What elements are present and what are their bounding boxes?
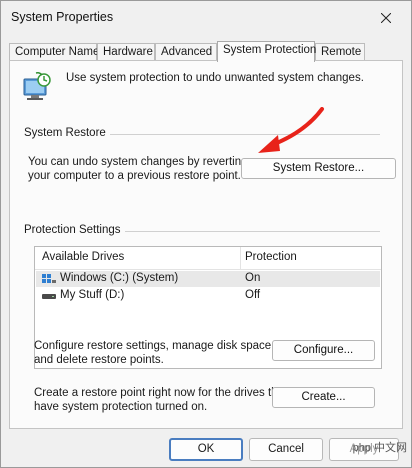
close-button[interactable] bbox=[369, 5, 403, 31]
ok-button[interactable]: OK bbox=[169, 438, 243, 461]
create-button-label: Create... bbox=[301, 391, 346, 403]
system-restore-description-line2: your computer to a previous restore poin… bbox=[28, 170, 241, 182]
create-text-line1: Create a restore point right now for the… bbox=[34, 387, 288, 399]
system-restore-button-label: System Restore... bbox=[272, 162, 365, 174]
tab-label: Advanced bbox=[161, 46, 213, 58]
configure-text-line2: and delete restore points. bbox=[34, 354, 164, 366]
drives-list-header: Available Drives Protection bbox=[35, 247, 381, 270]
tab-computer-name[interactable]: Computer Name bbox=[9, 43, 100, 61]
annotation-arrow-icon bbox=[258, 107, 324, 153]
tab-system-protection[interactable]: System Protection bbox=[217, 41, 317, 62]
system-restore-section-label: System Restore bbox=[24, 127, 110, 139]
configure-button-label: Configure... bbox=[293, 344, 354, 356]
tab-label: Computer Name bbox=[15, 46, 100, 58]
cancel-button[interactable]: Cancel bbox=[249, 438, 323, 461]
create-button[interactable]: Create... bbox=[272, 387, 375, 408]
system-properties-window: System Properties Computer Name Hardware… bbox=[0, 0, 412, 468]
drive-name: Windows (C:) (System) bbox=[60, 272, 179, 284]
drive-name: My Stuff (D:) bbox=[60, 289, 125, 301]
tab-label: System Protection bbox=[223, 44, 317, 56]
watermark-text: php 中文网 bbox=[352, 442, 407, 454]
create-text-line2: have system protection turned on. bbox=[34, 401, 208, 413]
ok-button-label: OK bbox=[197, 443, 215, 455]
configure-text-line1: Configure restore settings, manage disk … bbox=[34, 340, 275, 352]
system-restore-description-line1: You can undo system changes by reverting bbox=[28, 156, 248, 168]
tab-remote[interactable]: Remote bbox=[315, 43, 365, 61]
title-bar: System Properties bbox=[1, 1, 411, 35]
tab-label: Remote bbox=[321, 46, 362, 58]
tab-hardware[interactable]: Hardware bbox=[97, 43, 155, 61]
cancel-button-label: Cancel bbox=[268, 443, 304, 455]
tab-advanced[interactable]: Advanced bbox=[155, 43, 217, 61]
windows-drive-icon bbox=[42, 274, 56, 283]
drive-protection-status: Off bbox=[245, 289, 261, 301]
column-available-drives[interactable]: Available Drives bbox=[42, 251, 124, 263]
drive-icon bbox=[42, 294, 56, 299]
system-protection-icon bbox=[23, 72, 51, 100]
drive-protection-status: On bbox=[245, 272, 261, 284]
protection-settings-section-label: Protection Settings bbox=[24, 224, 125, 236]
column-protection[interactable]: Protection bbox=[245, 251, 297, 263]
intro-text: Use system protection to undo unwanted s… bbox=[66, 72, 364, 84]
column-separator bbox=[240, 247, 241, 269]
close-icon bbox=[381, 13, 391, 23]
drive-row-d[interactable]: My Stuff (D:) Off bbox=[36, 288, 380, 304]
configure-button[interactable]: Configure... bbox=[272, 340, 375, 361]
system-restore-button[interactable]: System Restore... bbox=[241, 158, 396, 179]
tab-label: Hardware bbox=[103, 46, 153, 58]
system-protection-panel: Use system protection to undo unwanted s… bbox=[9, 60, 403, 429]
drive-row-c[interactable]: Windows (C:) (System) On bbox=[36, 271, 380, 287]
window-title: System Properties bbox=[11, 10, 114, 24]
